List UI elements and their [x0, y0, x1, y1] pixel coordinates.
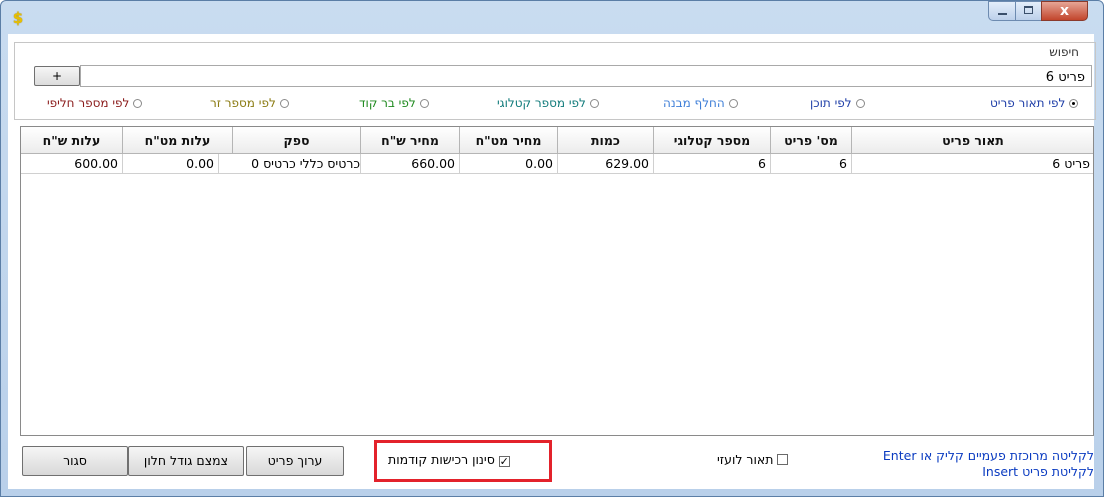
radio-dot	[1069, 99, 1079, 108]
radio-dot	[279, 99, 289, 108]
table-cell[interactable]: 0.00	[123, 154, 219, 174]
column-header[interactable]: מספר קטלוגי	[654, 127, 771, 154]
table-cell[interactable]: 629.00	[558, 154, 654, 174]
checkbox-unchecked	[777, 454, 789, 465]
table-cell[interactable]: 6	[771, 154, 852, 174]
table-cell[interactable]: 600.00	[21, 154, 123, 174]
column-header[interactable]: עלות מט"ח	[123, 127, 233, 154]
close-button[interactable]: סגור	[22, 446, 128, 476]
column-header[interactable]: כמות	[558, 127, 654, 154]
foreign-description-checkbox[interactable]: תאור לועזי	[717, 452, 789, 467]
column-header[interactable]: ספק	[233, 127, 361, 154]
radio-by-alt-number[interactable]: לפי מספר חליפי	[47, 96, 143, 112]
radio-by-description[interactable]: לפי תאור פריט	[990, 96, 1079, 112]
table-cell[interactable]: 0.00	[460, 154, 558, 174]
prev-purchases-filter-checkbox[interactable]: ✓סינון רכישות קודמות	[388, 452, 510, 467]
radio-dot	[855, 99, 865, 108]
items-table[interactable]: עלות ש"ח עלות מט"ח ספק מחיר ש"ח מחיר מט"…	[20, 126, 1094, 436]
shrink-window-button[interactable]: צמצם גודל חלון	[128, 446, 244, 476]
radio-label: לפי מספר חליפי	[47, 96, 130, 110]
radio-replace-structure[interactable]: החלף מבנה	[663, 96, 738, 112]
radio-label: לפי בר קוד	[359, 96, 416, 110]
radio-by-barcode[interactable]: לפי בר קוד	[359, 96, 429, 112]
radio-by-foreign-number[interactable]: לפי מספר זר	[210, 96, 289, 112]
table-cell[interactable]: פריט 6	[852, 154, 1093, 174]
edit-item-button[interactable]: ערוך פריט	[246, 446, 344, 476]
radio-dot	[133, 99, 143, 108]
radio-label: החלף מבנה	[663, 96, 725, 110]
radio-by-content[interactable]: לפי תוכן	[810, 96, 865, 112]
add-item-button[interactable]: +	[34, 66, 80, 86]
search-group-label: חיפוש	[1047, 45, 1081, 59]
radio-dot	[589, 99, 599, 108]
client-area: חיפוש + לפי תאור פריט לפי תוכן החלף מבנה…	[0, 0, 1104, 497]
radio-dot	[419, 99, 429, 108]
column-header[interactable]: מחיר מט"ח	[460, 127, 558, 154]
radio-label: לפי תאור פריט	[990, 96, 1066, 110]
checkbox-checked: ✓	[498, 455, 510, 468]
hint-line-1: לקליטה מרוכזת פעמיים קליק או Enter	[882, 448, 1094, 463]
table-cell[interactable]: 660.00	[361, 154, 460, 174]
radio-label: לפי מספר קטלוגי	[497, 96, 586, 110]
radio-by-catalog[interactable]: לפי מספר קטלוגי	[497, 96, 599, 112]
checkbox-label: סינון רכישות קודמות	[388, 452, 495, 467]
column-header[interactable]: מס' פריט	[771, 127, 852, 154]
search-input[interactable]	[80, 65, 1092, 87]
keyboard-hint: לקליטה מרוכזת פעמיים קליק או Enter לקליט…	[852, 448, 1094, 480]
checkbox-label: תאור לועזי	[717, 452, 774, 467]
table-cell[interactable]: כרטיס כללי כרטיס 0	[219, 154, 361, 174]
column-header[interactable]: מחיר ש"ח	[361, 127, 460, 154]
radio-dot	[728, 99, 738, 108]
column-header[interactable]: עלות ש"ח	[21, 127, 123, 154]
column-header[interactable]: תאור פריט	[852, 127, 1093, 154]
radio-label: לפי מספר זר	[210, 96, 276, 110]
radio-label: לפי תוכן	[810, 96, 852, 110]
table-cell[interactable]: 6	[654, 154, 771, 174]
hint-line-2: לקליטת פריט Insert	[982, 464, 1094, 479]
